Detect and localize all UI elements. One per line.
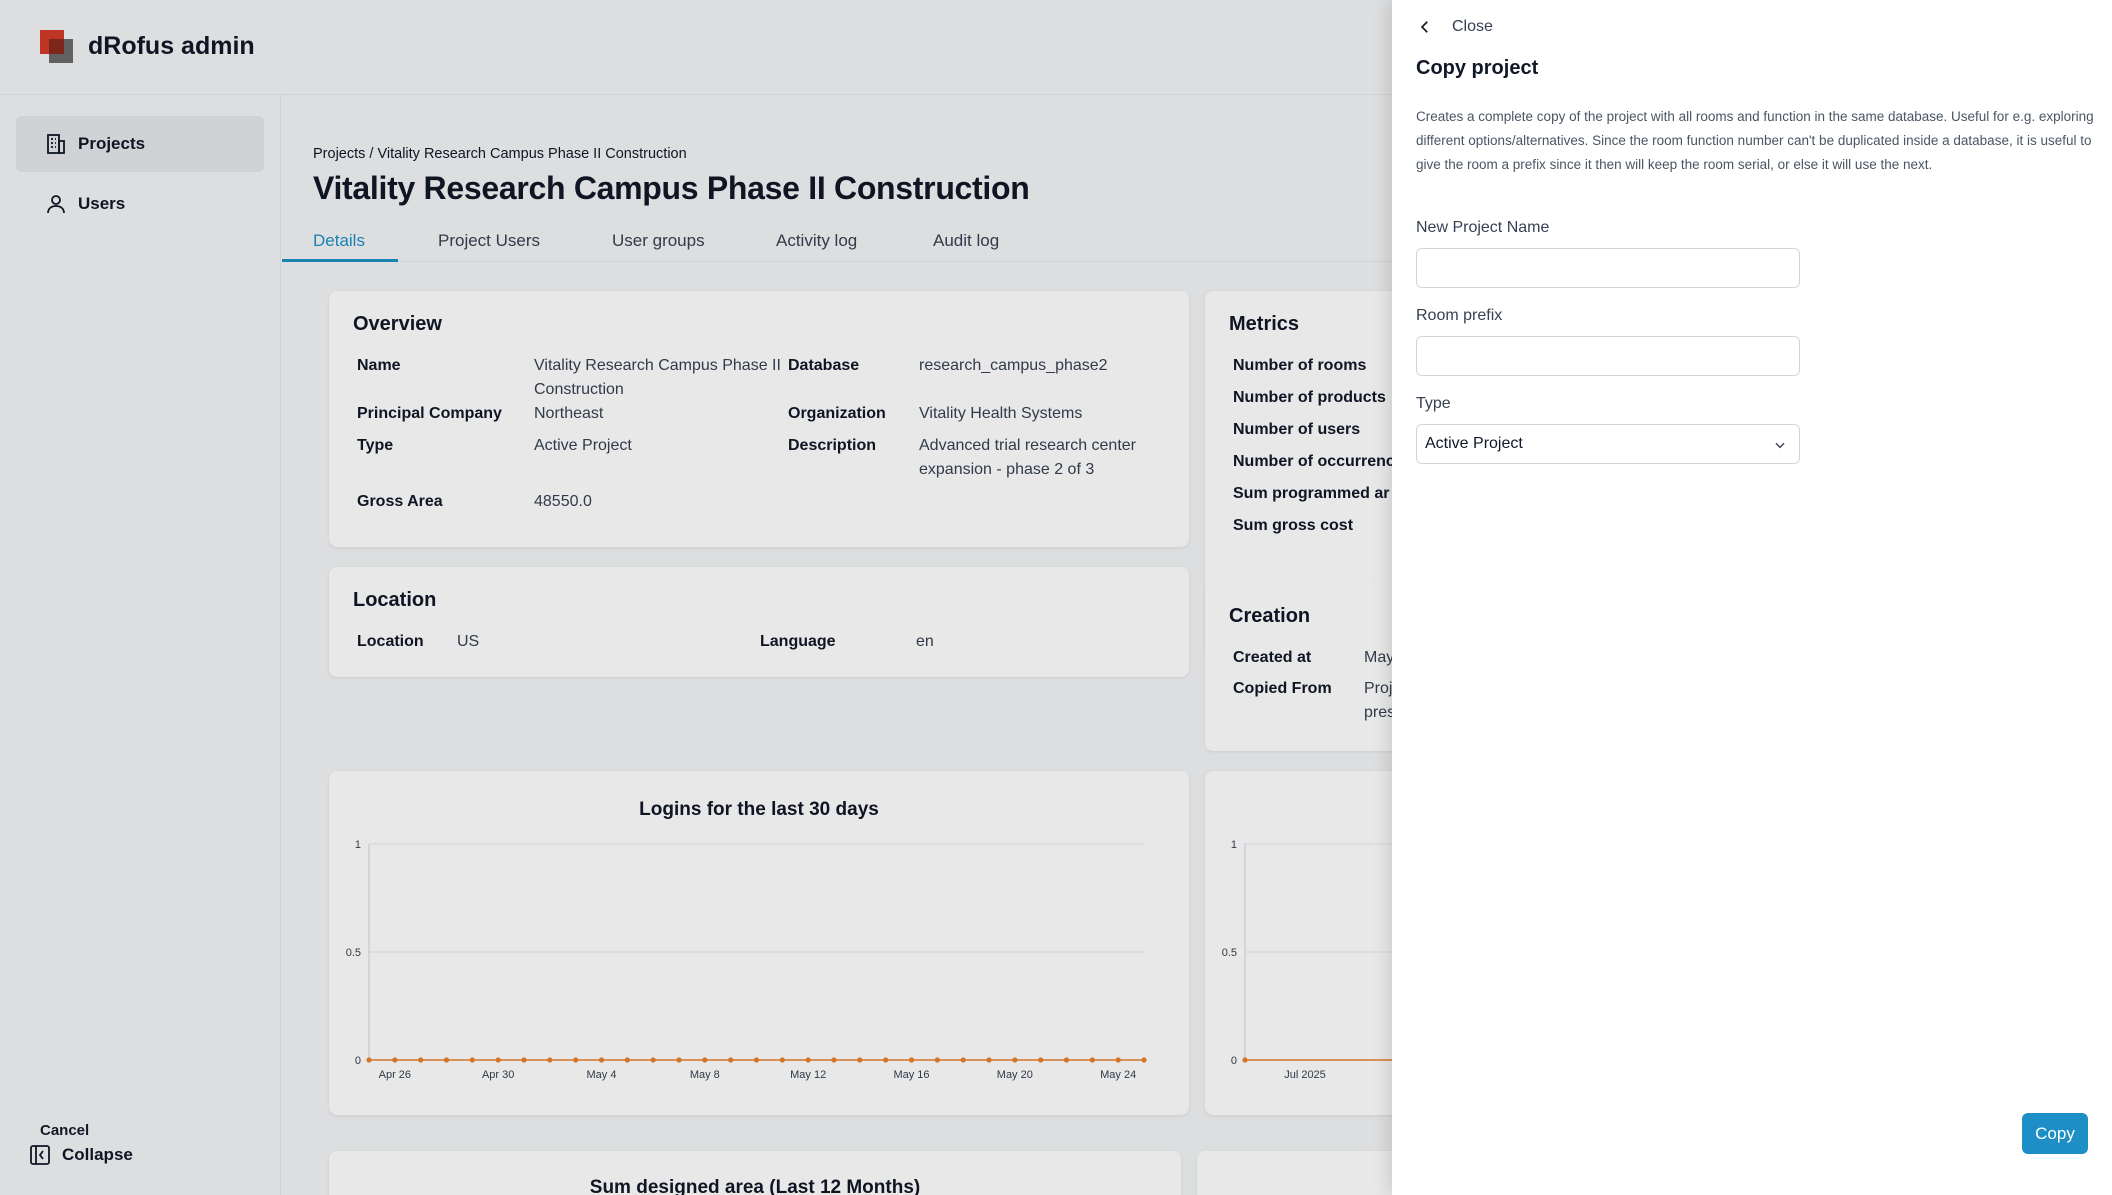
close-button[interactable]: Close <box>1416 18 1493 36</box>
cancel-button[interactable]: Cancel <box>40 1122 89 1139</box>
type-select[interactable]: Active Project <box>1416 424 1800 464</box>
room-prefix-label: Room prefix <box>1416 307 1503 324</box>
room-prefix-input[interactable] <box>1416 336 1800 376</box>
modal-backdrop[interactable] <box>0 0 1392 1195</box>
chevron-left-icon <box>1420 21 1428 33</box>
copy-button[interactable]: Copy <box>2022 1113 2088 1154</box>
type-select-value: Active Project <box>1425 435 1523 452</box>
new-project-name-input[interactable] <box>1416 248 1800 288</box>
type-field-label: Type <box>1416 395 1451 412</box>
chevron-down-icon <box>1775 442 1785 449</box>
new-project-name-label: New Project Name <box>1416 219 1550 236</box>
copy-project-drawer: Close Copy project Creates a complete co… <box>1392 0 2112 1195</box>
drawer-title: Copy project <box>1416 57 1539 79</box>
close-label: Close <box>1452 18 1493 35</box>
drawer-description: Creates a complete copy of the project w… <box>1416 109 2094 172</box>
